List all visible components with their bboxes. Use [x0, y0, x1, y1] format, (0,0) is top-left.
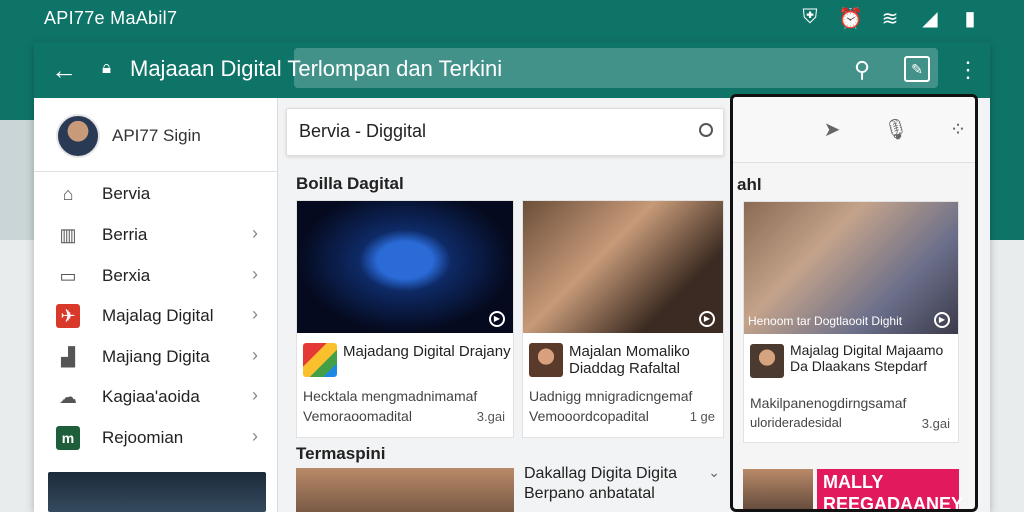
sidebar-item-kagiaa[interactable]: ☁ Kagiaa'aoida › — [34, 377, 278, 417]
chevron-down-icon[interactable]: ⌄ — [708, 464, 720, 481]
chevron-right-icon: › — [252, 345, 258, 365]
status-icons: ⛨ ⏰ ≋ ◢ ▮ — [798, 6, 982, 31]
play-icon: ▶ — [699, 311, 715, 327]
sidebar-item-majiang-digita[interactable]: ▟ Majiang Digita › — [34, 337, 278, 377]
arrow-left-icon: ← — [51, 55, 77, 85]
panel-card[interactable]: Henoom tar Dogtlaooit Dighit ▶ Majalag D… — [743, 201, 959, 443]
edit-icon: ✎ — [911, 61, 923, 77]
chevron-right-icon: › — [252, 264, 258, 284]
more-vertical-icon: ⋮ — [957, 57, 979, 82]
cloud-icon: ☁ — [59, 387, 77, 407]
card-image: Henoom tar Dogtlaooit Dighit ▶ — [744, 202, 958, 334]
profile-header[interactable]: API77 Sigin — [34, 98, 278, 172]
tag-icon: ▭ — [59, 266, 77, 286]
sidebar-item-label: Kagiaa'aoida — [102, 387, 200, 406]
chevron-right-icon: › — [252, 385, 258, 405]
alarm-icon: ⏰ — [838, 8, 863, 30]
card-title: Majadang Digital Drajany — [343, 343, 511, 360]
image-caption: Henoom tar Dogtlaooit Dighit — [748, 314, 903, 328]
card-thumbnail — [303, 343, 337, 377]
m-badge-icon: m — [56, 426, 80, 450]
search-button[interactable]: ⚲ — [846, 54, 878, 86]
app-bar: ← 🔒︎ Majaaan Digital Terlompan dan Terki… — [34, 42, 990, 98]
profile-name: API77 Sigin — [112, 126, 201, 145]
sidebar: API77 Sigin ⌂ Bervia ▥ Berria › ▭ Berxia… — [34, 98, 278, 512]
share-icon[interactable]: ➤ — [819, 117, 845, 143]
panel-bottom-thumb[interactable] — [743, 469, 813, 509]
back-button[interactable]: ← — [48, 54, 80, 86]
edit-button[interactable]: ✎ — [904, 56, 930, 82]
sidebar-item-label: Rejoomian — [102, 428, 184, 447]
sidebar-item-label: Berria — [102, 225, 148, 244]
sidebar-item-berria[interactable]: ▥ Berria › — [34, 215, 278, 255]
mic-icon[interactable]: 🎙︎ — [883, 117, 909, 143]
sidebar-item-berxia[interactable]: ▭ Berxia › — [34, 256, 278, 296]
bar-chart-icon: ▟ — [61, 347, 75, 367]
red-tag-icon: ✈ — [56, 304, 80, 328]
play-icon: ▶ — [934, 312, 950, 328]
signal-icon: ◢ — [922, 8, 938, 30]
card-description: Makilpanenogdirngsamaf — [750, 395, 907, 411]
card-description-2: Vemooordcopadital — [529, 408, 649, 424]
search-icon: ⚲ — [853, 57, 871, 82]
chevron-right-icon: › — [252, 223, 258, 243]
main-search-bar[interactable]: Bervia - Diggital — [286, 108, 724, 156]
sidebar-item-label: Bervia — [102, 184, 151, 203]
card-count: 3.gai — [921, 416, 950, 431]
chevron-right-icon: › — [252, 426, 258, 446]
apps-icon[interactable]: ⁘ — [945, 117, 971, 143]
section-title: Boilla Dagital — [296, 174, 404, 193]
play-icon: ▶ — [489, 311, 505, 327]
card-title: Dakallag Digita Digita Berpano anbatatal — [524, 465, 677, 502]
card-description: Hecktala mengmadnimamaf — [303, 388, 478, 404]
article-card[interactable]: ▶ Majalan Momaliko Diaddag Rafaltal Uadn… — [522, 200, 724, 438]
card-title: Majalan Momaliko Diaddag Rafaltal — [569, 343, 690, 377]
app-title: Majaaan Digital Terlompan dan Terkini — [130, 56, 503, 81]
clear-icon[interactable] — [699, 123, 713, 137]
sidebar-item-label: Majiang Digita — [102, 347, 210, 366]
sidebar-item-label: Berxia — [102, 266, 151, 285]
chevron-right-icon: › — [252, 304, 258, 324]
card-description: Uadnigg mnigradicngemaf — [529, 388, 693, 404]
more-menu-button[interactable]: ⋮ — [956, 54, 980, 86]
sidebar-item-majalag-digital[interactable]: ✈ Majalag Digital › — [34, 296, 278, 336]
status-bar: API77e MaAbil7 ⛨ ⏰ ≋ ◢ ▮ — [0, 0, 1024, 40]
card-image: ▶ — [297, 201, 513, 333]
panel-section-title: ahl — [737, 175, 762, 194]
card-thumbnail — [750, 344, 784, 378]
status-title: API77e MaAbil7 — [44, 8, 178, 28]
sidebar-thumbnail[interactable] — [48, 472, 266, 512]
battery-icon: ▮ — [964, 8, 976, 30]
section-title: Termaspini — [296, 444, 386, 463]
sidebar-item-bervia[interactable]: ⌂ Bervia — [34, 174, 278, 214]
card-title: Majalag Digital Majaamo Da Dlaakans Step… — [790, 342, 944, 374]
card-description-2: ulorideradesidal — [750, 415, 842, 430]
card-image: ▶ — [523, 201, 723, 333]
article-card[interactable]: ▶ Majadang Digital Drajany Hecktala meng… — [296, 200, 514, 438]
background-left — [0, 120, 34, 240]
sidebar-item-label: Majalag Digital — [102, 306, 214, 325]
home-icon: ⌂ — [62, 184, 74, 204]
card-description-2: Vemoraoomadital — [303, 408, 412, 424]
main-search-input[interactable]: Bervia - Diggital — [299, 121, 426, 142]
article-card[interactable] — [296, 468, 514, 512]
panel-toolbar: ➤ 🎙︎ ⁘ — [733, 97, 975, 163]
avatar — [56, 114, 100, 158]
card-thumbnail — [529, 343, 563, 377]
lock-icon: 🔒︎ — [102, 58, 112, 77]
card-count: 3.gai — [476, 409, 505, 424]
shield-icon: ⛨ — [802, 6, 818, 28]
wifi-icon: ≋ — [881, 8, 899, 30]
briefcase-icon: ▥ — [59, 225, 77, 245]
article-card[interactable]: Dakallag Digita Digita Berpano anbatatal… — [522, 462, 724, 512]
card-count: 1 ge — [689, 409, 715, 424]
panel-bottom-banner[interactable]: MALLY REEGADAANEY — [817, 469, 963, 509]
sidebar-item-rejoomian[interactable]: m Rejoomian › — [34, 418, 278, 458]
overlay-panel: ➤ 🎙︎ ⁘ ahl Henoom tar Dogtlaooit Dighit … — [730, 94, 978, 512]
